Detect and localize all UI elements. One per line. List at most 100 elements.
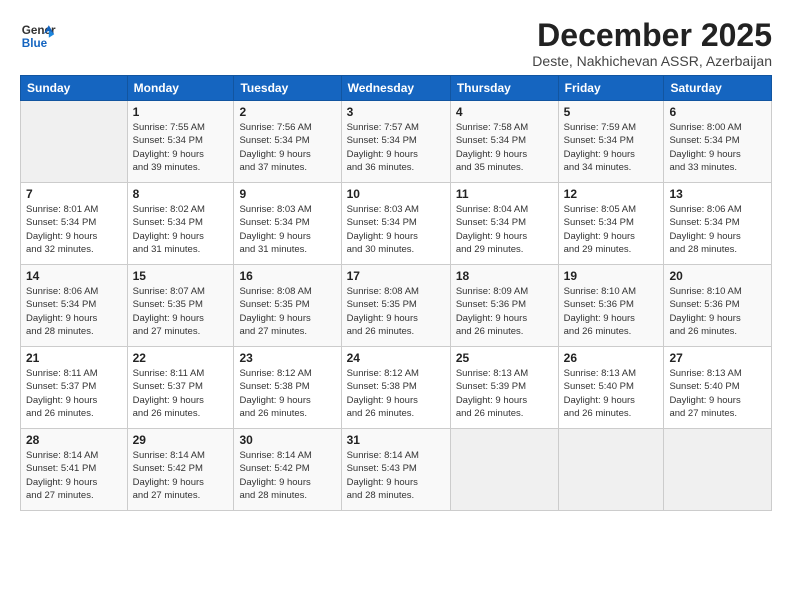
table-cell: 15 Sunrise: 8:07 AM Sunset: 5:35 PM Dayli… [127, 265, 234, 347]
day-number: 29 [133, 433, 229, 447]
day-info: Sunrise: 8:11 AM Sunset: 5:37 PM Dayligh… [26, 367, 122, 420]
table-cell [664, 429, 772, 511]
header-row: Sunday Monday Tuesday Wednesday Thursday… [21, 76, 772, 101]
day-info: Sunrise: 8:01 AM Sunset: 5:34 PM Dayligh… [26, 203, 122, 256]
page: General Blue December 2025 Deste, Nakhic… [0, 0, 792, 612]
day-number: 30 [239, 433, 335, 447]
day-info: Sunrise: 8:08 AM Sunset: 5:35 PM Dayligh… [347, 285, 445, 338]
day-info: Sunrise: 8:06 AM Sunset: 5:34 PM Dayligh… [26, 285, 122, 338]
table-cell: 29 Sunrise: 8:14 AM Sunset: 5:42 PM Dayli… [127, 429, 234, 511]
logo: General Blue [20, 18, 56, 54]
month-title: December 2025 [532, 18, 772, 53]
day-info: Sunrise: 8:09 AM Sunset: 5:36 PM Dayligh… [456, 285, 553, 338]
table-cell: 9Sunrise: 8:03 AM Sunset: 5:34 PM Daylig… [234, 183, 341, 265]
day-info: Sunrise: 7:59 AM Sunset: 5:34 PM Dayligh… [564, 121, 659, 174]
table-cell: 7 Sunrise: 8:01 AM Sunset: 5:34 PM Daylig… [21, 183, 128, 265]
day-number: 25 [456, 351, 553, 365]
day-number: 12 [564, 187, 659, 201]
svg-text:Blue: Blue [22, 37, 48, 50]
day-number: 7 [26, 187, 122, 201]
table-row: 1Sunrise: 7:55 AM Sunset: 5:34 PM Daylig… [21, 101, 772, 183]
table-cell: 25 Sunrise: 8:13 AM Sunset: 5:39 PM Dayli… [450, 347, 558, 429]
day-number: 18 [456, 269, 553, 283]
table-cell: 12 Sunrise: 8:05 AM Sunset: 5:34 PM Dayli… [558, 183, 664, 265]
day-info: Sunrise: 8:00 AM Sunset: 5:34 PM Dayligh… [669, 121, 766, 174]
table-cell: 27 Sunrise: 8:13 AM Sunset: 5:40 PM Dayli… [664, 347, 772, 429]
day-info: Sunrise: 8:13 AM Sunset: 5:39 PM Dayligh… [456, 367, 553, 420]
day-number: 10 [347, 187, 445, 201]
table-row: 28 Sunrise: 8:14 AM Sunset: 5:41 PM Dayli… [21, 429, 772, 511]
col-sunday: Sunday [21, 76, 128, 101]
table-cell: 6Sunrise: 8:00 AM Sunset: 5:34 PM Daylig… [664, 101, 772, 183]
table-cell [21, 101, 128, 183]
table-cell: 2 Sunrise: 7:56 AM Sunset: 5:34 PM Daylig… [234, 101, 341, 183]
day-number: 15 [133, 269, 229, 283]
table-cell: 17 Sunrise: 8:08 AM Sunset: 5:35 PM Dayli… [341, 265, 450, 347]
day-number: 28 [26, 433, 122, 447]
col-tuesday: Tuesday [234, 76, 341, 101]
day-info: Sunrise: 8:05 AM Sunset: 5:34 PM Dayligh… [564, 203, 659, 256]
table-cell: 18 Sunrise: 8:09 AM Sunset: 5:36 PM Dayli… [450, 265, 558, 347]
day-info: Sunrise: 8:03 AM Sunset: 5:34 PM Dayligh… [347, 203, 445, 256]
table-cell: 31 Sunrise: 8:14 AM Sunset: 5:43 PM Dayli… [341, 429, 450, 511]
table-row: 7 Sunrise: 8:01 AM Sunset: 5:34 PM Daylig… [21, 183, 772, 265]
table-cell [558, 429, 664, 511]
table-cell: 24Sunrise: 8:12 AM Sunset: 5:38 PM Dayli… [341, 347, 450, 429]
day-info: Sunrise: 8:11 AM Sunset: 5:37 PM Dayligh… [133, 367, 229, 420]
table-row: 21 Sunrise: 8:11 AM Sunset: 5:37 PM Dayli… [21, 347, 772, 429]
day-number: 19 [564, 269, 659, 283]
day-info: Sunrise: 8:10 AM Sunset: 5:36 PM Dayligh… [564, 285, 659, 338]
day-info: Sunrise: 8:14 AM Sunset: 5:41 PM Dayligh… [26, 449, 122, 502]
table-cell: 1Sunrise: 7:55 AM Sunset: 5:34 PM Daylig… [127, 101, 234, 183]
day-number: 23 [239, 351, 335, 365]
table-cell: 20 Sunrise: 8:10 AM Sunset: 5:36 PM Dayli… [664, 265, 772, 347]
table-cell: 16Sunrise: 8:08 AM Sunset: 5:35 PM Dayli… [234, 265, 341, 347]
day-info: Sunrise: 7:56 AM Sunset: 5:34 PM Dayligh… [239, 121, 335, 174]
col-monday: Monday [127, 76, 234, 101]
table-cell: 28 Sunrise: 8:14 AM Sunset: 5:41 PM Dayli… [21, 429, 128, 511]
day-info: Sunrise: 8:10 AM Sunset: 5:36 PM Dayligh… [669, 285, 766, 338]
table-cell: 22 Sunrise: 8:11 AM Sunset: 5:37 PM Dayli… [127, 347, 234, 429]
day-number: 14 [26, 269, 122, 283]
table-cell: 30 Sunrise: 8:14 AM Sunset: 5:42 PM Dayli… [234, 429, 341, 511]
location: Deste, Nakhichevan ASSR, Azerbaijan [532, 53, 772, 69]
table-cell: 14 Sunrise: 8:06 AM Sunset: 5:34 PM Dayli… [21, 265, 128, 347]
table-cell: 10 Sunrise: 8:03 AM Sunset: 5:34 PM Dayli… [341, 183, 450, 265]
day-info: Sunrise: 8:04 AM Sunset: 5:34 PM Dayligh… [456, 203, 553, 256]
col-saturday: Saturday [664, 76, 772, 101]
day-number: 21 [26, 351, 122, 365]
calendar-table: Sunday Monday Tuesday Wednesday Thursday… [20, 75, 772, 511]
table-cell: 5 Sunrise: 7:59 AM Sunset: 5:34 PM Daylig… [558, 101, 664, 183]
table-cell: 21 Sunrise: 8:11 AM Sunset: 5:37 PM Dayli… [21, 347, 128, 429]
table-cell: 26Sunrise: 8:13 AM Sunset: 5:40 PM Dayli… [558, 347, 664, 429]
day-info: Sunrise: 8:08 AM Sunset: 5:35 PM Dayligh… [239, 285, 335, 338]
day-number: 22 [133, 351, 229, 365]
table-cell: 19 Sunrise: 8:10 AM Sunset: 5:36 PM Dayli… [558, 265, 664, 347]
day-info: Sunrise: 8:13 AM Sunset: 5:40 PM Dayligh… [669, 367, 766, 420]
day-number: 5 [564, 105, 659, 119]
day-number: 2 [239, 105, 335, 119]
day-info: Sunrise: 7:55 AM Sunset: 5:34 PM Dayligh… [133, 121, 229, 174]
day-number: 17 [347, 269, 445, 283]
day-info: Sunrise: 8:03 AM Sunset: 5:34 PM Dayligh… [239, 203, 335, 256]
day-number: 11 [456, 187, 553, 201]
table-cell: 13Sunrise: 8:06 AM Sunset: 5:34 PM Dayli… [664, 183, 772, 265]
day-number: 4 [456, 105, 553, 119]
table-cell: 23 Sunrise: 8:12 AM Sunset: 5:38 PM Dayli… [234, 347, 341, 429]
table-cell [450, 429, 558, 511]
day-info: Sunrise: 8:07 AM Sunset: 5:35 PM Dayligh… [133, 285, 229, 338]
col-thursday: Thursday [450, 76, 558, 101]
table-cell: 11 Sunrise: 8:04 AM Sunset: 5:34 PM Dayli… [450, 183, 558, 265]
day-info: Sunrise: 8:14 AM Sunset: 5:42 PM Dayligh… [133, 449, 229, 502]
header: General Blue December 2025 Deste, Nakhic… [20, 18, 772, 69]
day-info: Sunrise: 8:12 AM Sunset: 5:38 PM Dayligh… [239, 367, 335, 420]
day-info: Sunrise: 8:14 AM Sunset: 5:43 PM Dayligh… [347, 449, 445, 502]
day-number: 31 [347, 433, 445, 447]
day-number: 27 [669, 351, 766, 365]
day-info: Sunrise: 8:12 AM Sunset: 5:38 PM Dayligh… [347, 367, 445, 420]
day-info: Sunrise: 7:57 AM Sunset: 5:34 PM Dayligh… [347, 121, 445, 174]
day-info: Sunrise: 8:14 AM Sunset: 5:42 PM Dayligh… [239, 449, 335, 502]
day-number: 20 [669, 269, 766, 283]
table-cell: 3Sunrise: 7:57 AM Sunset: 5:34 PM Daylig… [341, 101, 450, 183]
day-info: Sunrise: 8:06 AM Sunset: 5:34 PM Dayligh… [669, 203, 766, 256]
